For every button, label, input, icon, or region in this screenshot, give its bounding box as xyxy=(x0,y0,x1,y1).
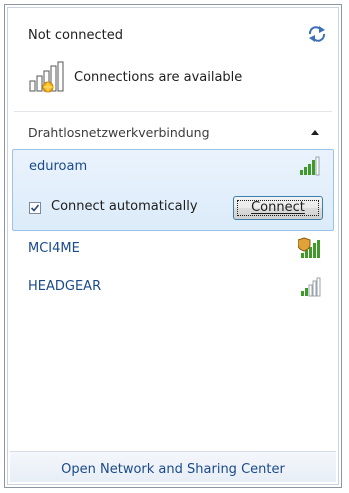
signal-strength-icon xyxy=(301,277,321,297)
open-network-sharing-center-link[interactable]: Open Network and Sharing Center xyxy=(10,462,336,477)
wireless-networks-flyout: Not connected Connections are available … xyxy=(4,4,342,488)
connect-automatically-checkbox[interactable] xyxy=(29,202,41,214)
footer: Open Network and Sharing Center xyxy=(10,452,336,482)
chevron-up-icon[interactable] xyxy=(310,128,320,136)
section-header-wireless[interactable]: Drahtlosnetzwerkverbindung xyxy=(14,118,332,146)
network-name: MCI4ME xyxy=(28,241,80,256)
network-name: eduroam xyxy=(29,159,88,174)
network-item-eduroam[interactable]: eduroam Connect automatically Connect xyxy=(12,149,334,231)
section-title: Drahtlosnetzwerkverbindung xyxy=(28,125,210,140)
refresh-icon[interactable] xyxy=(306,25,328,43)
network-bars-with-star-icon xyxy=(29,61,64,93)
connect-button[interactable]: Connect xyxy=(233,196,323,220)
connect-button-label: Connect xyxy=(251,200,305,215)
connection-status-title: Not connected xyxy=(28,28,123,43)
divider xyxy=(14,111,332,112)
connections-available-text: Connections are available xyxy=(74,70,243,85)
flyout-panel: Not connected Connections are available … xyxy=(7,7,339,485)
connect-automatically-label[interactable]: Connect automatically xyxy=(51,199,198,214)
network-item-mci4me[interactable]: MCI4ME xyxy=(12,232,334,266)
checkmark-icon xyxy=(30,204,40,212)
signal-strength-icon xyxy=(300,156,320,176)
signal-strength-shield-icon xyxy=(298,237,320,258)
network-item-headgear[interactable]: HEADGEAR xyxy=(12,270,334,304)
network-name: HEADGEAR xyxy=(28,279,102,294)
